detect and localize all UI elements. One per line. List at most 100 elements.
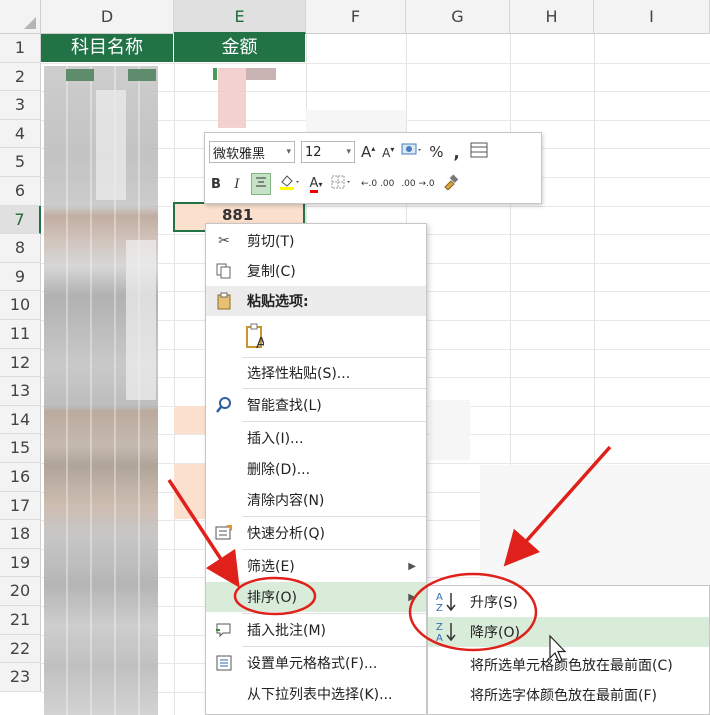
row-header-5[interactable]: 5 [0,148,41,177]
font-size-dropdown[interactable]: 12 ▾ [301,141,355,163]
row-header-6[interactable]: 6 [0,177,41,206]
menu-item-cut[interactable]: ✂ 剪切(T) [206,226,426,256]
column-header-e[interactable]: E [174,0,306,34]
sort-ascending-item[interactable]: AZ 升序(S) [428,587,709,617]
row-header-20[interactable]: 20 [0,577,41,606]
chevron-down-icon: ▾ [346,147,351,157]
format-cells-icon [214,653,234,673]
menu-item-insert-comment[interactable]: 插入批注(M) [206,615,426,645]
row-header-19[interactable]: 19 [0,548,41,578]
row-header-4[interactable]: 4 [0,119,41,149]
svg-text:Z: Z [436,622,443,633]
percent-style-button[interactable]: % [429,143,443,161]
menu-item-pick-from-list[interactable]: 从下拉列表中选择(K)... [206,679,426,709]
row-header-13[interactable]: 13 [0,377,41,406]
menu-item-filter[interactable]: 筛选(E) ▶ [206,551,426,581]
grow-font-button[interactable]: A▴ [361,143,375,161]
redacted-block [66,69,94,81]
redacted-block [126,240,156,400]
menu-item-clear-contents[interactable]: 清除内容(N) [206,485,426,515]
paste-values-button[interactable]: A [206,318,426,356]
italic-button[interactable]: I [230,177,244,192]
redacted-block [128,69,156,81]
column-header-g[interactable]: G [406,0,510,34]
row-header-2[interactable]: 2 [0,62,41,92]
menu-item-quick-analysis[interactable]: 快速分析(Q) [206,518,426,548]
cell-d1[interactable]: 科目名称 [41,34,174,62]
redacted-block [213,68,217,80]
column-header-h[interactable]: H [510,0,594,34]
font-color-icon[interactable]: A▾ [309,176,323,193]
column-header-f[interactable]: F [306,0,406,34]
paste-text-icon: A [244,323,264,351]
menu-item-format-cells[interactable]: 设置单元格格式(F)... [206,648,426,678]
format-table-icon[interactable] [470,142,488,162]
comma-style-button[interactable]: , [450,143,464,162]
redacted-block [96,90,126,200]
clipboard-icon [214,291,234,311]
borders-icon[interactable] [330,174,354,194]
submenu-arrow-icon: ▶ [408,560,416,572]
scissors-icon: ✂ [218,233,230,249]
menu-item-smart-lookup[interactable]: 智能查找(L) [206,390,426,420]
bold-button[interactable]: B [209,177,223,192]
search-icon [214,395,234,415]
cell-e1[interactable]: 金额 [174,34,306,62]
svg-text:A: A [256,334,264,351]
background-shape [480,465,710,585]
chevron-down-icon: ▾ [286,147,291,157]
sort-ascending-icon: AZ [436,591,458,614]
row-header-18[interactable]: 18 [0,520,41,549]
select-all-corner[interactable] [0,0,41,34]
comment-icon [214,620,234,640]
row-header-12[interactable]: 12 [0,348,41,378]
row-header-9[interactable]: 9 [0,262,41,292]
menu-item-copy[interactable]: 复制(C) [206,256,426,286]
sort-submenu: AZ 升序(S) ZA 降序(O) 将所选单元格颜色放在最前面(C) 将所选字体… [427,585,710,715]
align-center-icon[interactable] [251,173,271,195]
row-header-3[interactable]: 3 [0,91,41,120]
highlighted-cell-row16 [174,464,206,519]
svg-text:Z: Z [436,603,443,613]
background-shape [430,400,470,460]
row-header-16[interactable]: 16 [0,463,41,492]
row-header-21[interactable]: 21 [0,606,41,635]
column-header-i[interactable]: I [594,0,710,34]
font-name-dropdown[interactable]: 微软雅黑 ▾ [209,141,295,163]
redacted-block [246,68,276,80]
decrease-decimal-button[interactable]: .00 →.0 [401,179,434,189]
cell-e7-value: 881 [222,206,254,224]
row-header-8[interactable]: 8 [0,234,41,263]
svg-text:A: A [436,633,443,643]
sort-descending-icon: ZA [436,621,458,644]
row-header-14[interactable]: 14 [0,405,41,435]
row-header-1[interactable]: 1 [0,34,41,63]
sort-descending-item[interactable]: ZA 降序(O) [428,617,709,647]
row-header-7[interactable]: 7 [0,205,41,235]
menu-item-paste-special[interactable]: 选择性粘贴(S)... [206,358,426,388]
increase-decimal-button[interactable]: ←.0 .00 [361,179,394,189]
accounting-format-icon[interactable] [401,142,423,162]
row-header-17[interactable]: 17 [0,491,41,521]
menu-item-sort[interactable]: 排序(O) ▶ [206,582,426,612]
context-menu: ✂ 剪切(T) 复制(C) 粘贴选项: A 选择性粘贴(S)... 智能查找(L… [205,223,427,715]
row-header-15[interactable]: 15 [0,434,41,463]
row-header-23[interactable]: 23 [0,663,41,692]
row-header-22[interactable]: 22 [0,634,41,664]
menu-item-delete[interactable]: 删除(D)... [206,454,426,484]
row-header-11[interactable]: 11 [0,320,41,349]
paste-options-header: 粘贴选项: [206,286,426,316]
row-header-10[interactable]: 10 [0,291,41,320]
grid-line [41,62,710,64]
highlighted-cell-row14 [174,406,206,434]
menu-item-insert[interactable]: 插入(I)... [206,423,426,453]
shrink-font-button[interactable]: A▾ [381,145,395,160]
fill-color-icon[interactable] [278,173,302,195]
mini-toolbar: 微软雅黑 ▾ 12 ▾ A▴ A▾ % , B I A▾ ←.0 .00 .00… [204,132,542,204]
copy-icon [214,261,234,281]
font-name-value: 微软雅黑 [213,146,266,162]
format-painter-icon[interactable] [442,174,460,194]
sort-cell-color-top-item[interactable]: 将所选单元格颜色放在最前面(C) [428,650,709,680]
sort-font-color-top-item[interactable]: 将所选字体颜色放在最前面(F) [428,680,709,710]
column-header-d[interactable]: D [41,0,174,34]
